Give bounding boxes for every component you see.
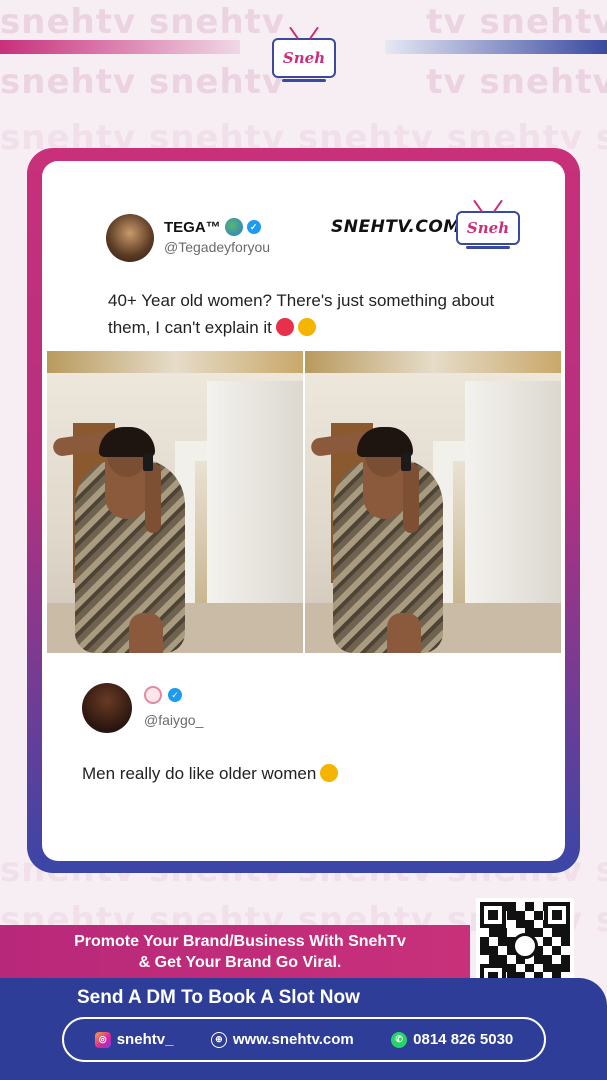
author-name[interactable]: TEGA™ ✓ (164, 218, 261, 236)
weary-face-emoji-icon (297, 318, 316, 336)
brand-logo-stamp: Sneh (456, 211, 520, 249)
instagram-link[interactable]: ◎ snehtv_ (94, 1031, 173, 1048)
footer-cta: Send A DM To Book A Slot Now (77, 987, 360, 1008)
promo-banner: Promote Your Brand/Business With SnehTv … (0, 925, 470, 980)
tweet-photo-left[interactable] (47, 351, 303, 653)
verified-icon: ✓ (246, 220, 261, 234)
tweet-photo-right[interactable] (305, 351, 561, 653)
top-accent-bar-right (385, 40, 607, 54)
brand-logo: Sneh (272, 38, 336, 82)
whatsapp-link[interactable]: ✆ 0814 826 5030 (391, 1031, 513, 1048)
instagram-icon: ◎ (94, 1031, 111, 1048)
contact-pill: ◎ snehtv_ ⊕ www.snehtv.com ✆ 0814 826 50… (62, 1017, 546, 1062)
reply-handle[interactable]: @faiygo_ (144, 712, 203, 728)
reply-avatar[interactable] (82, 683, 132, 733)
whatsapp-icon: ✆ (391, 1031, 408, 1048)
web-icon: ⊕ (210, 1031, 227, 1048)
author-avatar[interactable] (106, 214, 154, 262)
reply-text: Men really do like older women (82, 764, 339, 784)
qr-finder (544, 902, 570, 928)
author-handle[interactable]: @Tegadeyforyou (164, 239, 270, 255)
heart-eyes-emoji-icon (275, 318, 294, 336)
tweet-card: TEGA™ ✓ @Tegadeyforyou SNEHTV.COM Sneh 4… (42, 161, 565, 861)
qr-finder (480, 902, 506, 928)
flower-icon (144, 686, 162, 704)
reply-author[interactable]: ✓ (144, 686, 182, 704)
globe-icon (224, 218, 243, 236)
site-stamp: SNEHTV.COM (331, 217, 461, 237)
website-link[interactable]: ⊕ www.snehtv.com (210, 1031, 354, 1048)
whatsapp-qr-icon (512, 933, 538, 959)
crying-face-emoji-icon (320, 764, 339, 782)
tweet-text: 40+ Year old women? There's just somethi… (108, 291, 495, 337)
verified-icon: ✓ (168, 688, 182, 702)
top-accent-bar-left (0, 40, 240, 54)
